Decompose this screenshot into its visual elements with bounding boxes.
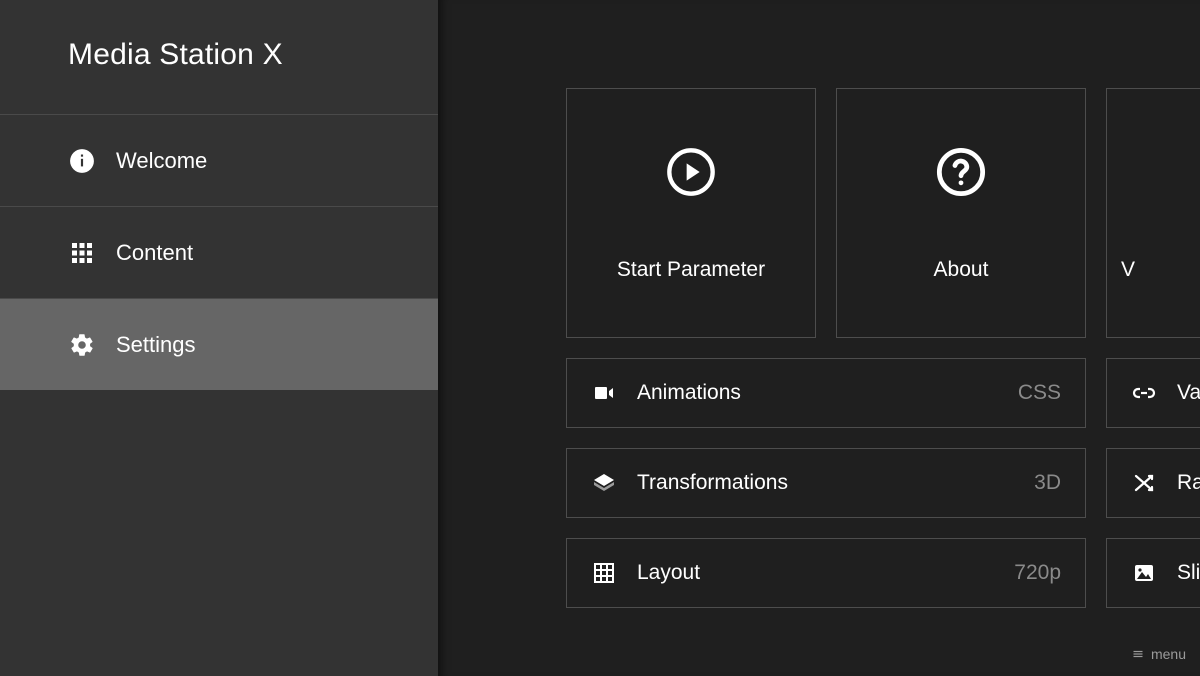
main-panel: Start Parameter About V	[438, 0, 1200, 676]
setting-random[interactable]: Ra	[1106, 448, 1200, 518]
row-label: Sli	[1177, 561, 1200, 585]
image-icon	[1131, 560, 1157, 586]
tile-label: About	[934, 258, 989, 282]
row-label: Ra	[1177, 471, 1200, 495]
help-circle-icon	[933, 144, 989, 200]
sidebar-item-label: Settings	[116, 332, 196, 358]
row-label: Va	[1177, 381, 1200, 405]
setting-transformations[interactable]: Transformations 3D	[566, 448, 1086, 518]
sidebar-item-content[interactable]: Content	[0, 206, 438, 298]
blank-icon	[1121, 144, 1177, 200]
grid-icon	[591, 560, 617, 586]
settings-column-b: Va Ra Sli	[1106, 358, 1200, 608]
apps-icon	[68, 239, 96, 267]
tile-about[interactable]: About	[836, 88, 1086, 338]
settings-column-a: Animations CSS Transformations 3D	[566, 358, 1086, 608]
row-value: CSS	[1018, 381, 1061, 405]
setting-layout[interactable]: Layout 720p	[566, 538, 1086, 608]
layers-icon	[591, 470, 617, 496]
row-label: Layout	[637, 561, 1014, 585]
row-value: 720p	[1014, 561, 1061, 585]
row-label: Animations	[637, 381, 1018, 405]
app-title: Media Station X	[0, 0, 438, 114]
videocam-icon	[591, 380, 617, 406]
sidebar-item-label: Welcome	[116, 148, 207, 174]
row-label: Transformations	[637, 471, 1034, 495]
shuffle-icon	[1131, 470, 1157, 496]
setting-animations[interactable]: Animations CSS	[566, 358, 1086, 428]
menu-icon	[1131, 647, 1145, 661]
tile-label: Start Parameter	[617, 258, 765, 282]
row-value: 3D	[1034, 471, 1061, 495]
sidebar: Media Station X Welcome Content Settings	[0, 0, 438, 676]
sidebar-item-label: Content	[116, 240, 193, 266]
tile-start-parameter[interactable]: Start Parameter	[566, 88, 816, 338]
menu-hint-label: menu	[1151, 646, 1186, 662]
setting-slideshow[interactable]: Sli	[1106, 538, 1200, 608]
tile-partial[interactable]: V	[1106, 88, 1200, 338]
tile-label: V	[1121, 258, 1135, 282]
tile-row: Start Parameter About V	[566, 88, 1200, 338]
sidebar-item-settings[interactable]: Settings	[0, 298, 438, 390]
play-circle-icon	[663, 144, 719, 200]
link-icon	[1131, 380, 1157, 406]
sidebar-item-welcome[interactable]: Welcome	[0, 114, 438, 206]
info-icon	[68, 147, 96, 175]
setting-validate-links[interactable]: Va	[1106, 358, 1200, 428]
gear-icon	[68, 331, 96, 359]
menu-hint[interactable]: menu	[1131, 646, 1186, 662]
